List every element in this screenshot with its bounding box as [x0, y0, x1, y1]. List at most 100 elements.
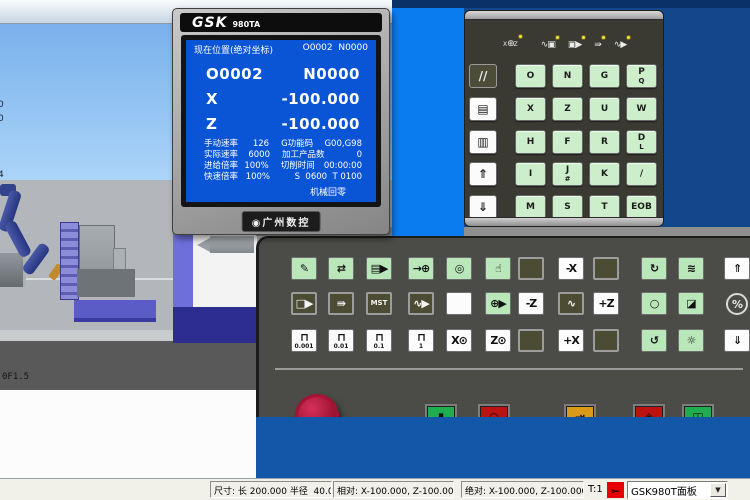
single-block-button[interactable]: □▶: [291, 292, 317, 315]
blank-button-5[interactable]: [593, 329, 619, 352]
machine-lock-button[interactable]: ⇛: [328, 292, 354, 315]
step-0001-button-value: 0.001: [295, 343, 314, 350]
key-o[interactable]: O: [515, 64, 546, 88]
coolant-button[interactable]: ≋: [678, 257, 704, 280]
axis-x-select-button[interactable]: X⊙: [446, 329, 472, 352]
key-t-label: T: [601, 202, 607, 212]
absolute-position-readout: 绝对: X-100.000, Z-100.000: [461, 481, 584, 498]
rapid-traverse-button[interactable]: ∿: [558, 292, 584, 315]
machine-zero-mode-icon: →⊕: [413, 263, 429, 274]
rapid-override-down-button[interactable]: ⇓: [724, 329, 750, 352]
key-g[interactable]: G: [589, 64, 620, 88]
key-m-label: M: [526, 202, 535, 212]
step-01-icon: ⊓: [375, 332, 383, 343]
coolant-icon: ≋: [687, 263, 695, 274]
feed-override-icon: %: [732, 299, 742, 310]
manual-mode-button[interactable]: ☝: [485, 257, 511, 280]
axis-x-select-icon: X⊙: [451, 335, 467, 346]
cursor-down-key[interactable]: ⇓: [469, 195, 497, 219]
step-01-button[interactable]: ⊓0.1: [366, 329, 392, 352]
tailstock-center-tip: [197, 238, 210, 252]
key-k[interactable]: K: [589, 162, 620, 186]
page-down-key[interactable]: ▥: [469, 130, 497, 154]
block-skip-key[interactable]: //: [469, 64, 497, 88]
key-j-hash[interactable]: J#: [552, 162, 583, 186]
part-count-value: 0: [326, 150, 362, 161]
mst-lock-indicator-icon-glyph: ⇛: [594, 40, 601, 50]
step-001-button-value: 0.01: [334, 343, 349, 350]
key-u[interactable]: U: [589, 97, 620, 121]
program-zero-button[interactable]: ⊕▶: [485, 292, 511, 315]
key-p-q[interactable]: PQ: [626, 64, 657, 88]
spindle-cw-button[interactable]: ↻: [641, 257, 667, 280]
key-h-label: H: [527, 137, 535, 147]
x-axis-label: X: [206, 90, 218, 108]
mst-lock-indicator-icon: ⇛: [592, 38, 604, 52]
dimension-readout: 尺寸: 长 200.000 半径 40.000: [210, 481, 332, 498]
dry-run-button[interactable]: ∿▶: [408, 292, 434, 315]
panel-select-dropdown[interactable]: GSK980T面板 ▼: [627, 481, 728, 499]
key-f-label: F: [564, 137, 570, 147]
jog-plus-x-icon: +X: [563, 335, 579, 346]
key-slash-label: /: [640, 169, 643, 179]
jog-minus-z-button[interactable]: -Z: [518, 292, 544, 315]
info-row: 实际速率 6000 加工产品数 0: [204, 150, 362, 161]
key-x[interactable]: X: [515, 97, 546, 121]
jog-plus-z-button[interactable]: +Z: [593, 292, 619, 315]
jog-plus-x-button[interactable]: +X: [558, 329, 584, 352]
step-1-button[interactable]: ⊓1: [408, 329, 434, 352]
key-eob[interactable]: EOB: [626, 195, 657, 219]
machine-zero-mode-button[interactable]: →⊕: [408, 257, 434, 280]
info-row: 快速倍率 100% S 0600 T 0100: [204, 172, 362, 183]
spindle-ccw-button[interactable]: ↺: [641, 329, 667, 352]
clipped-text-fragment: 0: [0, 114, 4, 124]
blank-button-1[interactable]: [518, 257, 544, 280]
chuck-icon: ☼: [687, 335, 696, 346]
mdi-mode-button[interactable]: ▤▶: [366, 257, 392, 280]
operation-mode-text: 机械回零: [186, 185, 376, 198]
rapid-traverse-icon: ∿: [567, 298, 575, 309]
page-up-key[interactable]: ▤: [469, 97, 497, 121]
key-i[interactable]: I: [515, 162, 546, 186]
key-w[interactable]: W: [626, 97, 657, 121]
info-row: 进给倍率 100% 切削时间 00:00:00: [204, 161, 362, 172]
blank-button-4[interactable]: [518, 329, 544, 352]
rapid-override-up-button[interactable]: ⇑: [724, 257, 750, 280]
key-s[interactable]: S: [552, 195, 583, 219]
edit-mode-button[interactable]: ✎: [291, 257, 317, 280]
key-slash[interactable]: /: [626, 162, 657, 186]
status-indicator-row: X⊕Z∿▣▣▶⇛∿▶: [501, 37, 637, 52]
bed-slide-bar: [74, 300, 156, 322]
step-1-button-value: 1: [419, 343, 423, 350]
dropdown-button[interactable]: ▼: [710, 483, 726, 497]
key-z[interactable]: Z: [552, 97, 583, 121]
step-0001-icon: ⊓: [300, 332, 308, 343]
feed-override-knob[interactable]: %: [726, 293, 748, 315]
key-t[interactable]: T: [589, 195, 620, 219]
jog-minus-x-button[interactable]: -X: [558, 257, 584, 280]
blank-button-2[interactable]: [593, 257, 619, 280]
auto-mode-button[interactable]: ⇄: [328, 257, 354, 280]
indicator-led: [518, 34, 523, 39]
step-001-button[interactable]: ⊓0.01: [328, 329, 354, 352]
key-f[interactable]: F: [552, 130, 583, 154]
blank-button-3[interactable]: [446, 292, 472, 315]
mdi-mode-icon: ▤▶: [371, 263, 388, 274]
chuck-button[interactable]: ☼: [678, 329, 704, 352]
mst-lock-button[interactable]: MST: [366, 292, 392, 315]
jog-minus-x-icon: -X: [566, 263, 576, 274]
key-d-l[interactable]: DL: [626, 130, 657, 154]
key-r[interactable]: R: [589, 130, 620, 154]
key-m[interactable]: M: [515, 195, 546, 219]
axis-z-select-button[interactable]: Z⊙: [485, 329, 511, 352]
brand-badge: ◉广州数控: [242, 211, 321, 232]
edit-mode-icon: ✎: [300, 263, 308, 274]
spindle-stop-button[interactable]: ○: [641, 292, 667, 315]
cursor-up-key[interactable]: ⇑: [469, 162, 497, 186]
key-n[interactable]: N: [552, 64, 583, 88]
tool-change-button[interactable]: ◪: [678, 292, 704, 315]
step-0001-button[interactable]: ⊓0.001: [291, 329, 317, 352]
handwheel-mode-button[interactable]: ◎: [446, 257, 472, 280]
key-h[interactable]: H: [515, 130, 546, 154]
single-block-indicator-icon-glyph: ∿▣: [541, 40, 555, 50]
